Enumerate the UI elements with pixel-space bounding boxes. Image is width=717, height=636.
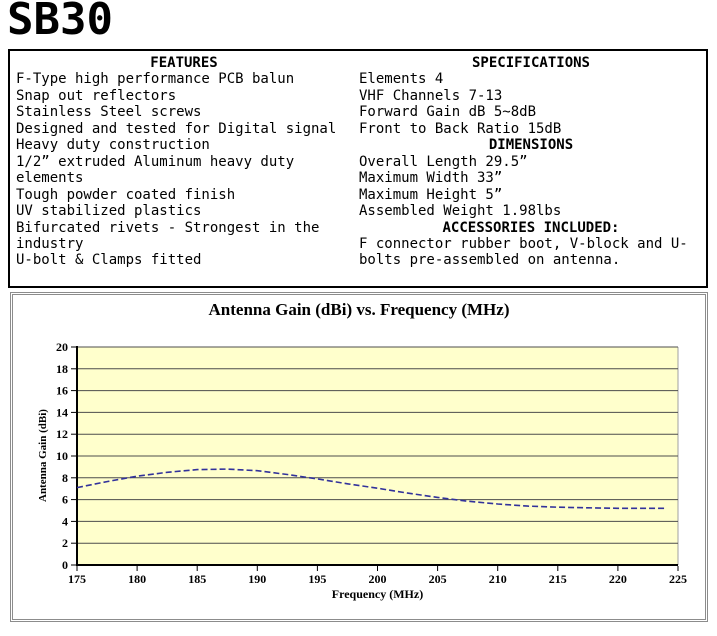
text-line: Designed and tested for Digital signal bbox=[16, 120, 337, 137]
y-tick-label: 2 bbox=[62, 536, 68, 550]
x-axis-label: Frequency (MHz) bbox=[331, 587, 424, 601]
specifications-column: SPECIFICATIONS Elements 4 VHF Channels 7-1… bbox=[359, 55, 703, 269]
section-heading: SPECIFICATIONS bbox=[471, 55, 590, 71]
y-tick-label: 10 bbox=[56, 449, 68, 463]
x-tick-label: 185 bbox=[188, 572, 206, 586]
x-tick-label: 210 bbox=[489, 572, 507, 586]
y-tick-label: 0 bbox=[62, 558, 68, 572]
text-line: Maximum Width 33” bbox=[359, 170, 503, 187]
datasheet-page: { "page": { "title": "SB30" }, "info_box… bbox=[0, 0, 717, 636]
text-line: Heavy duty construction bbox=[16, 137, 210, 154]
y-tick-label: 16 bbox=[56, 384, 68, 398]
text-line: elements bbox=[16, 170, 84, 187]
y-tick-label: 4 bbox=[62, 514, 68, 528]
text-line: VHF Channels 7-13 bbox=[359, 87, 503, 104]
text-line: Front to Back Ratio 15dB bbox=[359, 120, 562, 137]
text-line: Bifurcated rivets - Strongest in the bbox=[16, 219, 320, 236]
y-tick-label: 8 bbox=[62, 471, 68, 485]
x-tick-label: 195 bbox=[308, 572, 326, 586]
page-title: SB30 bbox=[7, 0, 113, 45]
y-tick-label: 18 bbox=[56, 362, 68, 376]
y-tick-label: 20 bbox=[56, 340, 68, 354]
x-tick-label: 220 bbox=[609, 572, 627, 586]
info-box: FEATURES F-Type high performance PCB balu… bbox=[8, 49, 708, 288]
text-line: F connector rubber boot, V-block and U- bbox=[359, 235, 688, 252]
text-line: Overall Length 29.5” bbox=[359, 153, 528, 170]
x-tick-label: 190 bbox=[248, 572, 266, 586]
x-tick-label: 205 bbox=[429, 572, 447, 586]
gain-chart: 0 2 4 6 8 10 12 14 16 18 20 175 180 185 190 195 200 205 21… bbox=[56, 340, 687, 586]
text-line: F-Type high performance PCB balun bbox=[16, 71, 295, 88]
text-line: Forward Gain dB 5~8dB bbox=[359, 104, 537, 121]
text-line: U-bolt & Clamps fitted bbox=[16, 252, 202, 269]
x-tick-label: 200 bbox=[369, 572, 387, 586]
text-line: Snap out reflectors bbox=[16, 87, 177, 104]
x-tick-label: 175 bbox=[68, 572, 86, 586]
x-tick-label: 225 bbox=[669, 572, 687, 586]
section-heading: ACCESSORIES INCLUDED: bbox=[442, 219, 620, 236]
y-tick-label: 6 bbox=[62, 493, 68, 507]
chart-panel: Antenna Gain (dBi) vs. Frequency (MHz) A… bbox=[10, 292, 708, 622]
text-line: 1/2” extruded Aluminum heavy duty bbox=[16, 153, 295, 170]
x-tick-label: 215 bbox=[549, 572, 567, 586]
text-line: Stainless Steel screws bbox=[16, 104, 202, 121]
y-tick-label: 14 bbox=[56, 405, 68, 419]
text-line: Elements 4 bbox=[359, 71, 444, 88]
text-line: UV stabilized plastics bbox=[16, 203, 202, 220]
x-tick-label: 180 bbox=[128, 572, 146, 586]
section-heading: DIMENSIONS bbox=[488, 137, 574, 154]
text-line: industry bbox=[16, 235, 84, 252]
text-line: Maximum Height 5” bbox=[359, 186, 503, 203]
y-tick-label: 12 bbox=[56, 427, 68, 441]
features-column: FEATURES F-Type high performance PCB balu… bbox=[16, 55, 352, 269]
text-line: Tough powder coated finish bbox=[16, 186, 236, 203]
text-line: Assembled Weight 1.98lbs bbox=[359, 203, 562, 220]
section-heading: FEATURES bbox=[150, 55, 218, 71]
text-line: bolts pre-assembled on antenna. bbox=[359, 252, 621, 269]
